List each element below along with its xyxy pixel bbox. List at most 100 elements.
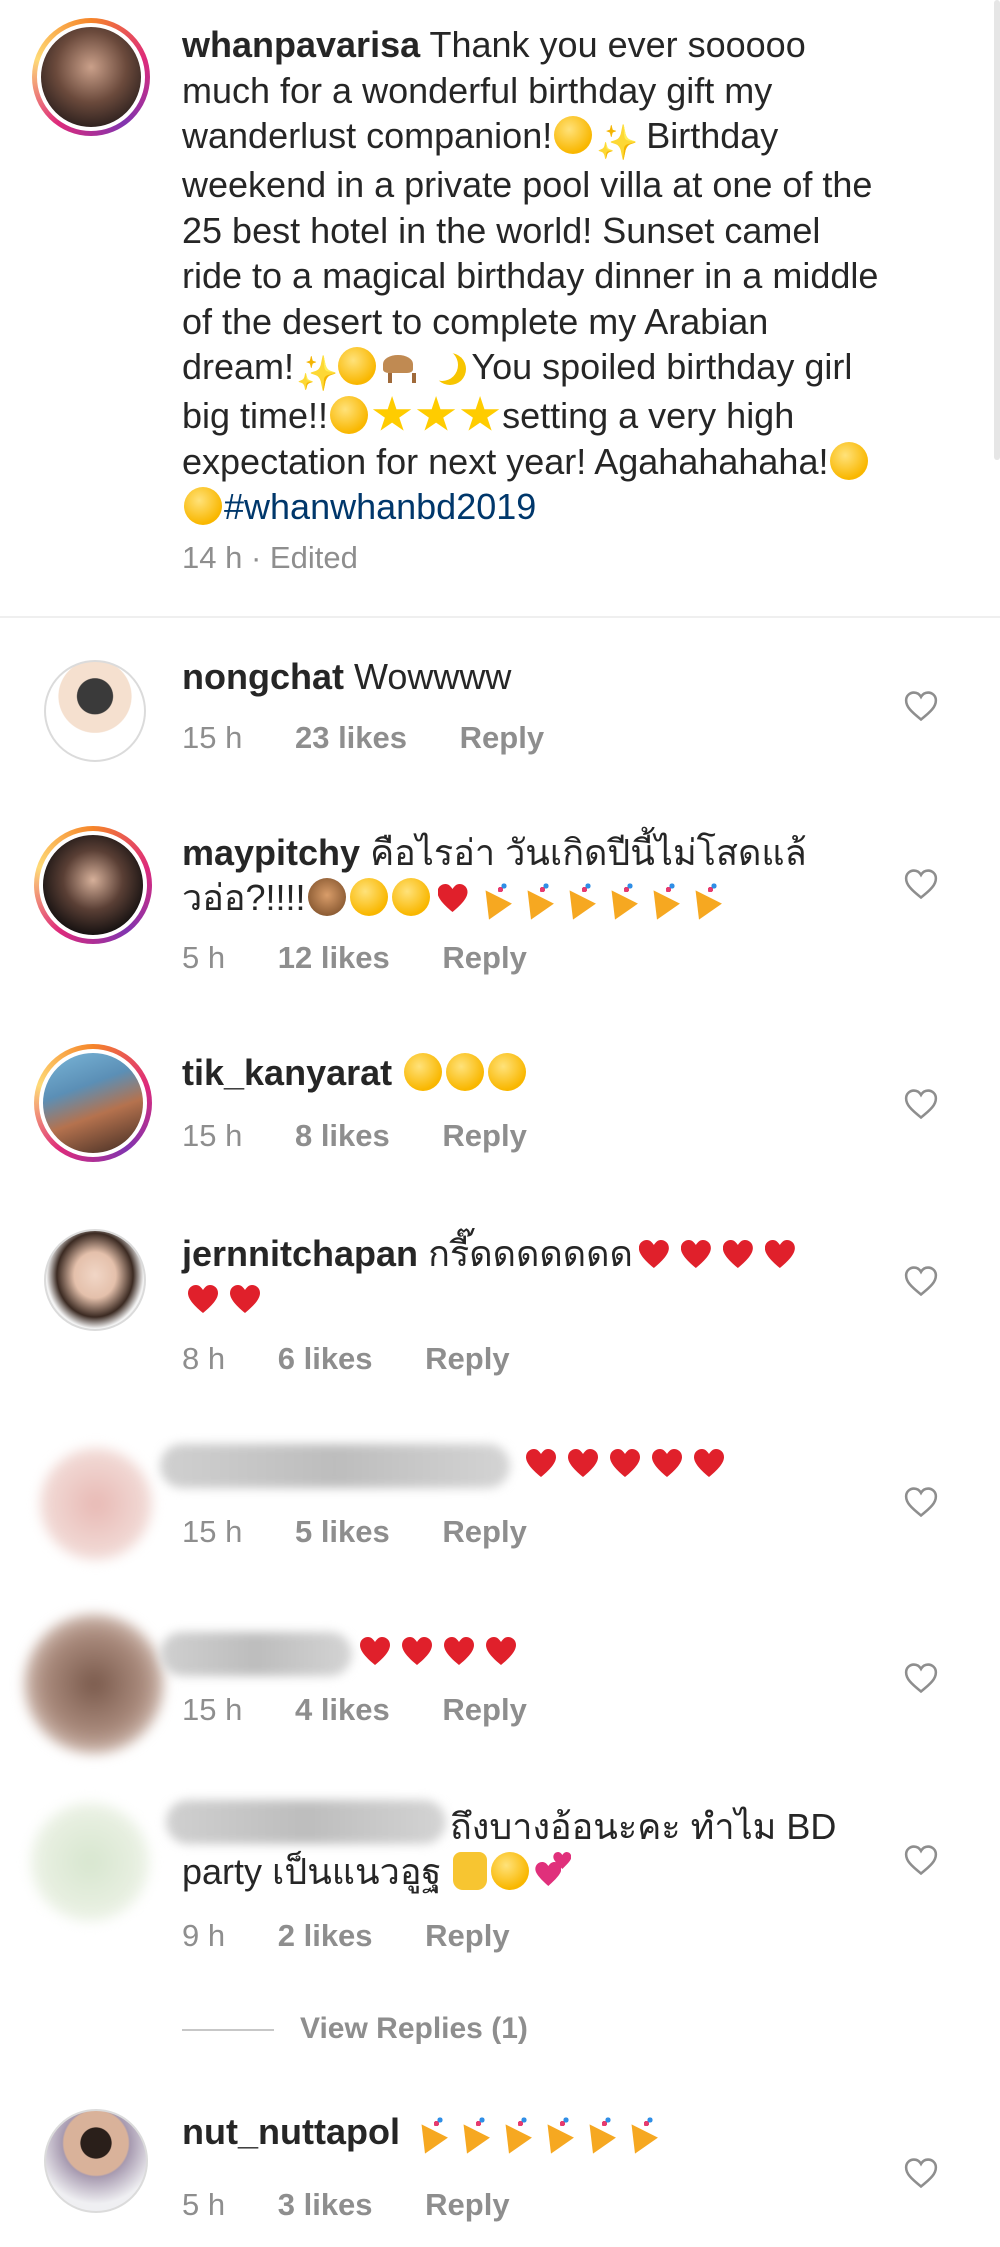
comment-avatar[interactable] (34, 826, 152, 944)
comment-username[interactable]: nongchat (182, 656, 344, 697)
red-heart-icon (690, 1443, 728, 1481)
red-heart-icon (226, 1279, 264, 1317)
comment-item: nut_nuttapol 5 h 3 likes Reply (0, 2095, 1000, 2245)
comment-username[interactable]: jernnitchapan (182, 1233, 418, 1274)
comment-likes[interactable]: 8 likes (295, 1118, 390, 1153)
comment-item: 15 h 4 likes Reply (0, 1610, 1000, 1760)
winking-tongue-face-icon (184, 487, 222, 525)
comment-text: nongchat Wowwww (182, 654, 511, 699)
comment-avatar[interactable] (40, 1448, 152, 1560)
star-icon (460, 396, 500, 431)
comment-body: Wowwww (354, 656, 512, 697)
comment-meta: 5 h 3 likes Reply (182, 2187, 510, 2223)
comment-username[interactable]: tik_kanyarat (182, 1052, 392, 1093)
comment-item: tik_kanyarat 15 h 8 likes Reply (0, 1040, 1000, 1190)
comment-meta: 15 h 5 likes Reply (182, 1514, 527, 1550)
caption-edited: · Edited (250, 540, 358, 575)
heart-outline-icon[interactable] (904, 2157, 938, 2189)
comment-likes[interactable]: 3 likes (278, 2187, 373, 2222)
comment-avatar[interactable] (34, 1044, 152, 1162)
reply-button[interactable]: Reply (442, 1118, 526, 1153)
comment-meta: 15 h 8 likes Reply (182, 1118, 527, 1154)
party-popper-icon (412, 2112, 450, 2150)
reply-button[interactable]: Reply (460, 720, 544, 755)
comment-avatar[interactable] (44, 1229, 146, 1331)
heart-outline-icon[interactable] (904, 1662, 938, 1694)
crescent-moon-icon (422, 347, 460, 385)
comment-likes[interactable]: 4 likes (295, 1692, 390, 1727)
star-icon (372, 396, 412, 431)
reply-button[interactable]: Reply (425, 1918, 509, 1953)
grinning-face-icon (491, 1852, 530, 1890)
reply-button[interactable]: Reply (425, 2187, 509, 2222)
comment-text: tik_kanyarat (182, 1050, 528, 1095)
reply-button[interactable]: Reply (442, 940, 526, 975)
red-heart-icon (440, 1631, 478, 1669)
hashtag-link[interactable]: #whanwhanbd2019 (224, 486, 536, 527)
heart-outline-icon[interactable] (904, 1486, 938, 1518)
comment-avatar[interactable] (24, 1614, 164, 1754)
heart-outline-icon[interactable] (904, 1088, 938, 1120)
comment-likes[interactable]: 6 likes (278, 1341, 373, 1376)
smiling-face-icon (446, 1053, 485, 1091)
comment-avatar[interactable] (44, 660, 146, 762)
party-popper-icon (622, 2112, 660, 2150)
comment-item: 15 h 5 likes Reply (0, 1430, 1000, 1580)
comment-likes[interactable]: 12 likes (278, 940, 390, 975)
heart-outline-icon[interactable] (904, 690, 938, 722)
star-icon (416, 396, 456, 431)
red-heart-icon (719, 1234, 757, 1272)
comment-body-line1: คือไรอ่า วันเกิดปีนี้ไม่โสดแล้ (370, 832, 807, 873)
rolling-laughing-face-icon (830, 441, 869, 480)
reply-button[interactable]: Reply (425, 1341, 509, 1376)
comment-text: ถึงบางอ้อนะคะ ทำไม BD party เป็นแนวอูฐ (182, 1804, 836, 1894)
smiling-face-icon (554, 116, 593, 154)
comment-time: 15 h (182, 720, 243, 755)
red-heart-icon (398, 1631, 436, 1669)
heart-outline-icon[interactable] (904, 1844, 938, 1876)
red-heart-icon (635, 1234, 673, 1272)
comment-text (520, 1440, 730, 1485)
caption-avatar[interactable] (32, 18, 150, 136)
party-popper-icon (580, 2112, 618, 2150)
heart-outline-icon[interactable] (904, 1265, 938, 1297)
post-caption: whanpavarisa Thank you ever sooooo much … (0, 0, 1000, 618)
comment-meta: 9 h 2 likes Reply (182, 1918, 510, 1954)
party-popper-icon (560, 878, 598, 916)
caption-username[interactable]: whanpavarisa (182, 24, 420, 65)
comment-item: jernnitchapan กรี๊ดดดดดดด 8 h 6 likes Re… (0, 1215, 1000, 1385)
comment-avatar[interactable] (44, 2109, 148, 2213)
comment-item: maypitchy คือไรอ่า วันเกิดปีนี้ไม่โสดแล้… (0, 820, 1000, 995)
comment-likes[interactable]: 2 likes (278, 1918, 373, 1953)
sparkles-icon: ✨ (596, 124, 639, 162)
reply-button[interactable]: Reply (442, 1692, 526, 1727)
comment-username[interactable]: nut_nuttapol (182, 2111, 400, 2152)
heart-outline-icon[interactable] (904, 868, 938, 900)
sparkles-icon: ✨ (296, 355, 339, 393)
red-heart-icon (606, 1443, 644, 1481)
comment-time: 8 h (182, 1341, 226, 1376)
red-heart-icon (761, 1234, 799, 1272)
comment-likes[interactable]: 5 likes (295, 1514, 390, 1549)
comment-username[interactable]: maypitchy (182, 832, 360, 873)
comment-meta: 8 h 6 likes Reply (182, 1341, 510, 1377)
party-popper-icon (476, 878, 514, 916)
two-hearts-icon (533, 1852, 571, 1890)
comment-time: 5 h (182, 2187, 226, 2222)
comment-likes[interactable]: 23 likes (295, 720, 407, 755)
party-popper-icon (518, 878, 556, 916)
comment-item: ถึงบางอ้อนะคะ ทำไม BD party เป็นแนวอูฐ 9… (0, 1790, 1000, 1960)
caption-text: whanpavarisa Thank you ever sooooo much … (182, 22, 882, 530)
view-replies-button[interactable]: View Replies (1) (182, 2012, 528, 2046)
red-heart-icon (677, 1234, 715, 1272)
party-popper-icon (602, 878, 640, 916)
comment-body-line2: วอ่อ?!!!! (182, 877, 306, 918)
red-heart-icon (184, 1279, 222, 1317)
comment-avatar[interactable] (30, 1802, 150, 1922)
comment-body-line2: party เป็นแนวอูฐ (182, 1851, 442, 1892)
comment-meta: 15 h 23 likes Reply (182, 720, 544, 756)
star-struck-face-icon (330, 396, 369, 434)
reply-button[interactable]: Reply (442, 1514, 526, 1549)
comment-body: กรี๊ดดดดดดด (428, 1233, 633, 1274)
comment-text (354, 1628, 522, 1673)
